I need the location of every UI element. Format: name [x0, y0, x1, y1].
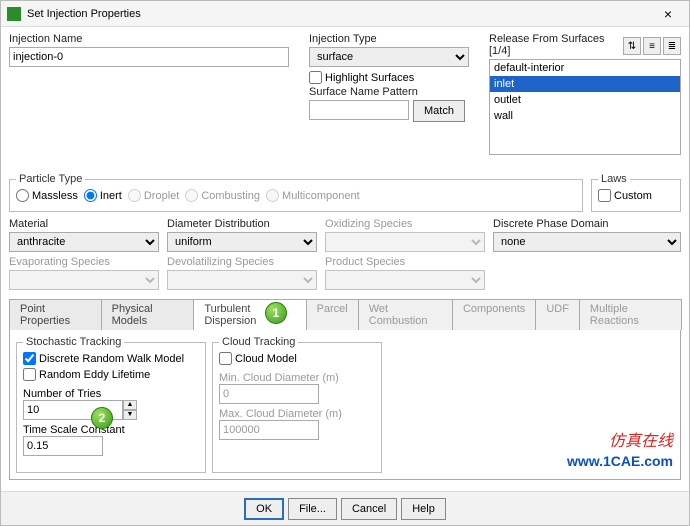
select-all-icon[interactable]: ≡: [643, 37, 661, 55]
phase-domain-label: Discrete Phase Domain: [493, 218, 681, 230]
devol-label: Devolatilizing Species: [167, 256, 317, 268]
min-cloud-label: Min. Cloud Diameter (m): [219, 372, 375, 384]
injection-name-label: Injection Name: [9, 33, 299, 45]
release-surfaces-label: Release From Surfaces [1/4]: [489, 33, 613, 57]
tsc-input[interactable]: [23, 436, 103, 456]
tab-multiple-reactions[interactable]: Multiple Reactions: [579, 299, 682, 330]
surface-pattern-label: Surface Name Pattern: [309, 86, 479, 98]
phase-domain-select[interactable]: none: [493, 232, 681, 252]
window-title: Set Injection Properties: [27, 8, 653, 20]
cloud-legend: Cloud Tracking: [219, 336, 298, 348]
tab-parcel[interactable]: Parcel: [306, 299, 359, 330]
spin-up-icon[interactable]: ▲: [123, 400, 137, 410]
diameter-dist-select[interactable]: uniform: [167, 232, 317, 252]
tab-point-properties[interactable]: Point Properties: [9, 299, 102, 330]
product-select: [325, 270, 485, 290]
devol-select: [167, 270, 317, 290]
surface-pattern-input[interactable]: [309, 100, 409, 120]
tsc-label: Time Scale Constant: [23, 424, 199, 436]
deselect-icon[interactable]: ≣: [663, 37, 681, 55]
radio-multicomponent[interactable]: Multicomponent: [266, 189, 360, 202]
diameter-dist-label: Diameter Distribution: [167, 218, 317, 230]
match-button[interactable]: Match: [413, 100, 465, 122]
max-cloud-label: Max. Cloud Diameter (m): [219, 408, 375, 420]
stochastic-legend: Stochastic Tracking: [23, 336, 124, 348]
evap-label: Evaporating Species: [9, 256, 159, 268]
injection-name-input[interactable]: [9, 47, 289, 67]
list-item[interactable]: outlet: [490, 92, 680, 108]
tries-label: Number of Tries: [23, 388, 199, 400]
material-label: Material: [9, 218, 159, 230]
app-icon: [7, 7, 21, 21]
file-button[interactable]: File...: [288, 498, 337, 520]
product-label: Product Species: [325, 256, 485, 268]
radio-massless[interactable]: Massless: [16, 189, 78, 202]
annotation-marker-1: 1: [265, 302, 287, 324]
radio-inert[interactable]: Inert: [84, 189, 122, 202]
injection-type-select[interactable]: surface: [309, 47, 469, 67]
cancel-button[interactable]: Cancel: [341, 498, 397, 520]
laws-legend: Laws: [598, 173, 630, 185]
injection-type-label: Injection Type: [309, 33, 479, 45]
material-select[interactable]: anthracite: [9, 232, 159, 252]
oxidizing-label: Oxidizing Species: [325, 218, 485, 230]
tab-wet-combustion[interactable]: Wet Combustion: [358, 299, 453, 330]
toggle-icon[interactable]: ⇅: [623, 37, 641, 55]
annotation-marker-2: 2: [91, 407, 113, 429]
ok-button[interactable]: OK: [244, 498, 284, 520]
list-item[interactable]: wall: [490, 108, 680, 124]
help-button[interactable]: Help: [401, 498, 446, 520]
tab-udf[interactable]: UDF: [535, 299, 580, 330]
radio-combusting[interactable]: Combusting: [185, 189, 260, 202]
watermark-url: www.1CAE.com: [567, 453, 673, 469]
release-surfaces-list[interactable]: default-interior inlet outlet wall: [489, 59, 681, 155]
oxidizing-select: [325, 232, 485, 252]
cloud-model-checkbox[interactable]: Cloud Model: [219, 352, 297, 365]
tab-components[interactable]: Components: [452, 299, 536, 330]
min-cloud-input: [219, 384, 319, 404]
custom-law-checkbox[interactable]: Custom: [598, 189, 652, 202]
max-cloud-input: [219, 420, 319, 440]
list-item[interactable]: inlet: [490, 76, 680, 92]
radio-droplet[interactable]: Droplet: [128, 189, 179, 202]
tab-turbulent-dispersion[interactable]: Turbulent Dispersion: [193, 299, 306, 330]
evap-select: [9, 270, 159, 290]
particle-type-legend: Particle Type: [16, 173, 85, 185]
drw-checkbox[interactable]: Discrete Random Walk Model: [23, 352, 184, 365]
watermark-cn: 仿真在线: [609, 427, 673, 451]
spin-down-icon[interactable]: ▼: [123, 410, 137, 420]
highlight-surfaces-checkbox[interactable]: Highlight Surfaces: [309, 71, 479, 84]
tab-bar: Point Properties Physical Models Turbule…: [9, 298, 681, 330]
list-item[interactable]: default-interior: [490, 60, 680, 76]
close-icon[interactable]: ×: [653, 6, 683, 22]
tab-physical-models[interactable]: Physical Models: [101, 299, 195, 330]
rel-checkbox[interactable]: Random Eddy Lifetime: [23, 368, 150, 381]
